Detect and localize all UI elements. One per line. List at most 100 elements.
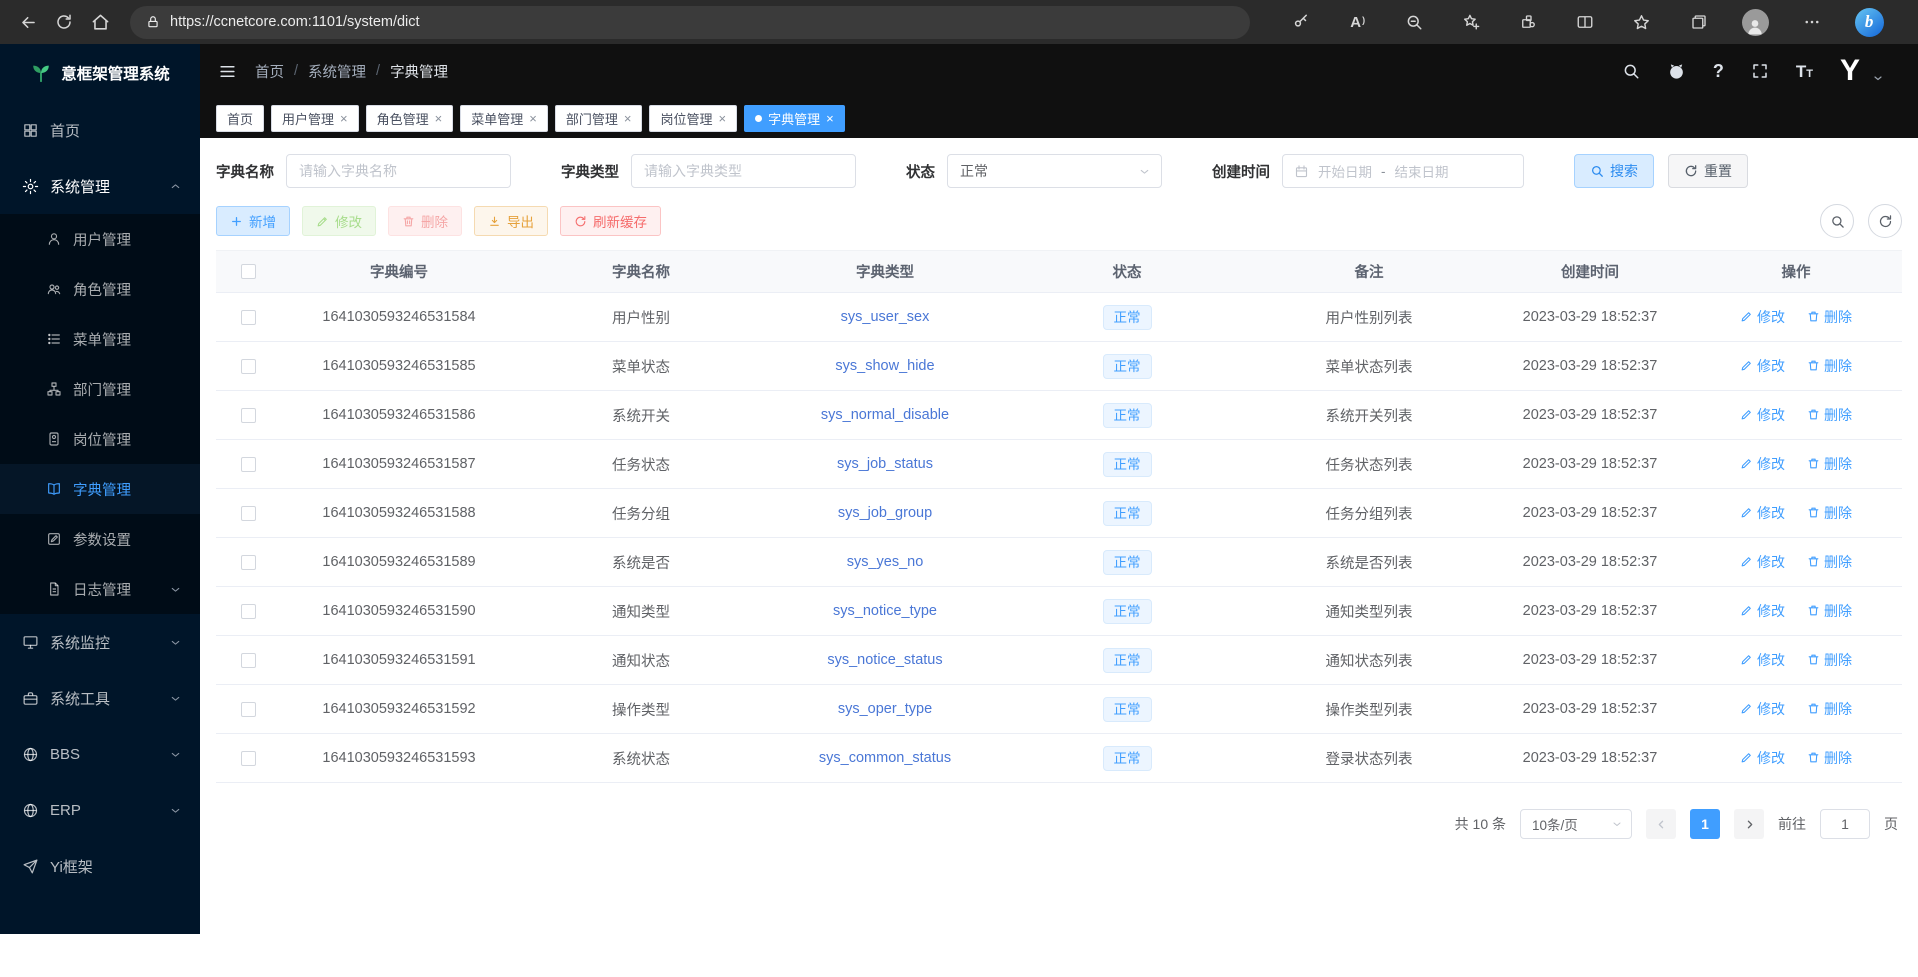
tab-close-icon[interactable]: × (340, 112, 348, 125)
row-edit-link[interactable]: 修改 (1740, 601, 1785, 621)
row-delete-link[interactable]: 删除 (1807, 699, 1852, 719)
sidebar-item-role-mgmt[interactable]: 角色管理 (0, 264, 200, 314)
row-delete-link[interactable]: 删除 (1807, 650, 1852, 670)
edit-button[interactable]: 修改 (302, 206, 376, 236)
tab-role-mgmt[interactable]: 角色管理 × (366, 105, 454, 132)
dict-name-input[interactable] (286, 154, 511, 188)
split-screen-button[interactable] (1567, 4, 1603, 40)
dict-type-link[interactable]: sys_show_hide (835, 358, 934, 374)
row-delete-link[interactable]: 删除 (1807, 552, 1852, 572)
row-checkbox[interactable] (241, 555, 256, 570)
browser-menu-button[interactable] (1794, 4, 1830, 40)
sidebar-item-dept-mgmt[interactable]: 部门管理 (0, 364, 200, 414)
help-button[interactable]: ? (1713, 61, 1724, 82)
sidebar-item-post-mgmt[interactable]: 岗位管理 (0, 414, 200, 464)
dict-type-link[interactable]: sys_job_status (837, 456, 933, 472)
dict-type-link[interactable]: sys_oper_type (838, 701, 932, 717)
dict-type-link[interactable]: sys_normal_disable (821, 407, 949, 423)
reset-button[interactable]: 重置 (1668, 154, 1748, 188)
row-checkbox[interactable] (241, 359, 256, 374)
row-checkbox[interactable] (241, 604, 256, 619)
copilot-button[interactable]: b (1851, 4, 1887, 40)
select-all-checkbox[interactable] (241, 264, 256, 279)
sidebar-item-bbs[interactable]: BBS (0, 726, 200, 782)
row-checkbox[interactable] (241, 310, 256, 325)
next-page-button[interactable] (1734, 809, 1764, 839)
row-delete-link[interactable]: 删除 (1807, 356, 1852, 376)
page-1-button[interactable]: 1 (1690, 809, 1720, 839)
row-delete-link[interactable]: 删除 (1807, 454, 1852, 474)
row-edit-link[interactable]: 修改 (1740, 699, 1785, 719)
read-aloud-button[interactable]: A) (1340, 4, 1376, 40)
status-select[interactable]: 正常 (947, 154, 1162, 188)
breadcrumb-system-mgmt[interactable]: 系统管理 (308, 61, 366, 82)
sidebar-item-param-settings[interactable]: 参数设置 (0, 514, 200, 564)
tab-close-icon[interactable]: × (718, 112, 726, 125)
row-edit-link[interactable]: 修改 (1740, 307, 1785, 327)
github-button[interactable] (1667, 62, 1686, 81)
sidebar-item-yi-framework[interactable]: Yi框架 (0, 838, 200, 894)
tab-dict-mgmt[interactable]: 字典管理 × (744, 105, 845, 132)
dict-type-link[interactable]: sys_job_group (838, 505, 932, 521)
sidebar-item-user-mgmt[interactable]: 用户管理 (0, 214, 200, 264)
app-logo[interactable]: 意框架管理系统 (0, 44, 200, 102)
add-button[interactable]: 新增 (216, 206, 290, 236)
sidebar-item-system-mgmt[interactable]: 系统管理 (0, 158, 200, 214)
back-button[interactable] (10, 4, 46, 40)
tab-menu-mgmt[interactable]: 菜单管理 × (460, 105, 548, 132)
sidebar-item-menu-mgmt[interactable]: 菜单管理 (0, 314, 200, 364)
sidebar-item-erp[interactable]: ERP (0, 782, 200, 838)
user-menu-button[interactable]: Y (1840, 56, 1859, 86)
profile-button[interactable] (1737, 4, 1773, 40)
row-checkbox[interactable] (241, 408, 256, 423)
row-delete-link[interactable]: 删除 (1807, 307, 1852, 327)
tab-user-mgmt[interactable]: 用户管理 × (271, 105, 359, 132)
tab-close-icon[interactable]: × (826, 112, 834, 125)
row-checkbox[interactable] (241, 751, 256, 766)
sidebar-item-log-mgmt[interactable]: 日志管理 (0, 564, 200, 614)
tab-close-icon[interactable]: × (435, 112, 443, 125)
breadcrumb-home[interactable]: 首页 (255, 61, 284, 82)
home-button[interactable] (82, 4, 118, 40)
prev-page-button[interactable] (1646, 809, 1676, 839)
add-favorite-button[interactable] (1453, 4, 1489, 40)
url-bar[interactable]: https://ccnetcore.com:1101/system/dict (130, 6, 1250, 39)
tab-post-mgmt[interactable]: 岗位管理 × (649, 105, 737, 132)
row-edit-link[interactable]: 修改 (1740, 552, 1785, 572)
favorites-button[interactable] (1624, 4, 1660, 40)
dict-type-link[interactable]: sys_user_sex (841, 309, 930, 325)
tab-home[interactable]: 首页 (216, 105, 264, 132)
row-edit-link[interactable]: 修改 (1740, 454, 1785, 474)
collections-button[interactable] (1681, 4, 1717, 40)
sidebar-item-system-tools[interactable]: 系统工具 (0, 670, 200, 726)
tab-close-icon[interactable]: × (529, 112, 537, 125)
sidebar-item-system-monitor[interactable]: 系统监控 (0, 614, 200, 670)
row-checkbox[interactable] (241, 653, 256, 668)
page-size-select[interactable]: 10条/页 (1520, 809, 1632, 839)
row-edit-link[interactable]: 修改 (1740, 748, 1785, 768)
tab-close-icon[interactable]: × (624, 112, 632, 125)
zoom-button[interactable] (1396, 4, 1432, 40)
row-edit-link[interactable]: 修改 (1740, 405, 1785, 425)
row-edit-link[interactable]: 修改 (1740, 503, 1785, 523)
dict-type-input[interactable] (631, 154, 856, 188)
row-delete-link[interactable]: 删除 (1807, 601, 1852, 621)
date-range-picker[interactable]: 开始日期 - 结束日期 (1282, 154, 1524, 188)
dict-type-link[interactable]: sys_notice_type (833, 603, 937, 619)
search-button[interactable]: 搜索 (1574, 154, 1654, 188)
goto-page-input[interactable] (1820, 809, 1870, 839)
refresh-cache-button[interactable]: 刷新缓存 (560, 206, 661, 236)
toggle-search-button[interactable] (1820, 204, 1854, 238)
extensions-button[interactable] (1510, 4, 1546, 40)
font-size-button[interactable]: TT (1796, 63, 1813, 80)
dict-type-link[interactable]: sys_notice_status (827, 652, 942, 668)
sidebar-toggle-button[interactable] (218, 62, 237, 81)
row-checkbox[interactable] (241, 702, 256, 717)
fullscreen-button[interactable] (1751, 62, 1769, 80)
dict-type-link[interactable]: sys_yes_no (847, 554, 924, 570)
row-delete-link[interactable]: 删除 (1807, 405, 1852, 425)
refresh-button[interactable] (46, 4, 82, 40)
row-delete-link[interactable]: 删除 (1807, 503, 1852, 523)
sidebar-item-home[interactable]: 首页 (0, 102, 200, 158)
row-checkbox[interactable] (241, 506, 256, 521)
